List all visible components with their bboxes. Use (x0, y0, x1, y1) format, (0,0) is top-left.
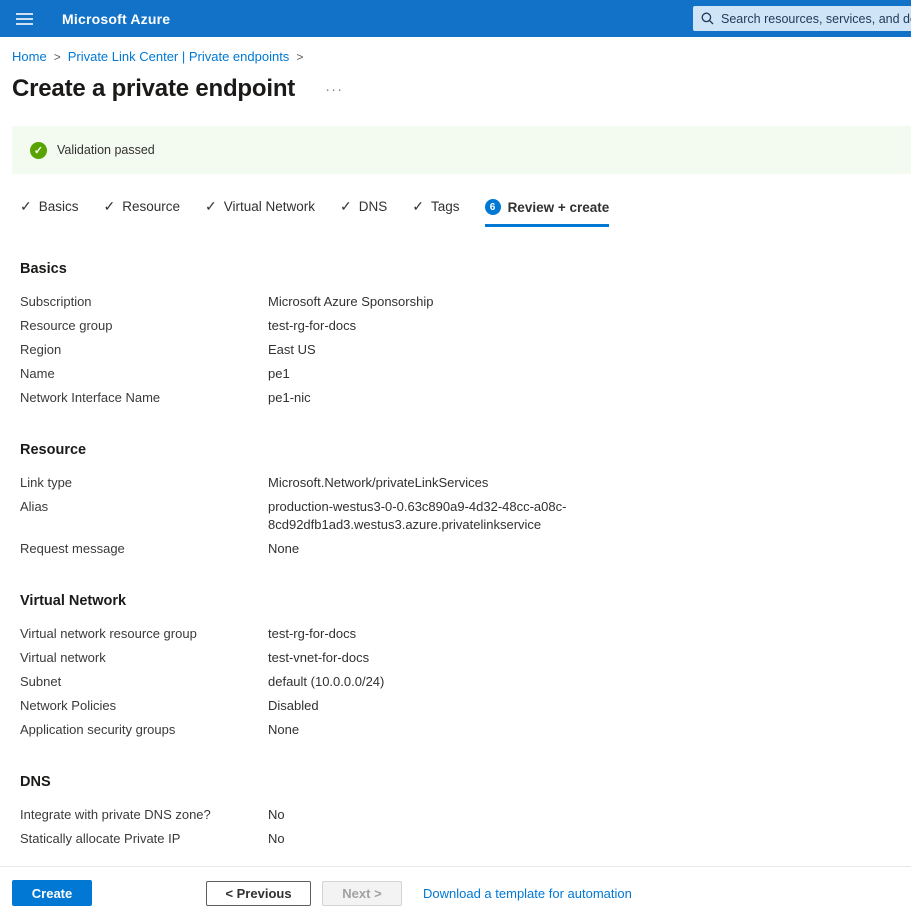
review-row: Statically allocate Private IP No (20, 827, 911, 851)
row-value: Microsoft.Network/privateLinkServices (268, 474, 488, 492)
review-row: Link type Microsoft.Network/privateLinkS… (20, 471, 911, 495)
check-icon: ✓ (205, 198, 217, 215)
review-row: Network Policies Disabled (20, 694, 911, 718)
breadcrumb-private-link-center-link[interactable]: Private Link Center | Private endpoints (68, 49, 290, 64)
row-label: Virtual network resource group (20, 625, 268, 643)
row-value: No (268, 806, 285, 824)
validation-message: Validation passed (57, 143, 155, 157)
section-basics: Basics Subscription Microsoft Azure Spon… (20, 261, 911, 410)
row-label: Network Interface Name (20, 389, 268, 407)
review-row: Request message None (20, 537, 911, 561)
row-label: Integrate with private DNS zone? (20, 806, 268, 824)
tab-review-create[interactable]: 6 Review + create (485, 199, 610, 227)
row-label: Network Policies (20, 697, 268, 715)
chevron-right-icon: > (296, 50, 303, 64)
more-options-icon[interactable]: ··· (325, 81, 343, 98)
tab-resource[interactable]: ✓ Resource (104, 198, 181, 227)
tab-label: Tags (431, 199, 460, 214)
azure-logo-title[interactable]: Microsoft Azure (62, 11, 170, 27)
row-label: Link type (20, 474, 268, 492)
section-title: Virtual Network (20, 593, 911, 609)
row-label: Subnet (20, 673, 268, 691)
check-icon: ✓ (412, 198, 424, 215)
breadcrumb-home-link[interactable]: Home (12, 49, 47, 64)
review-content: Basics Subscription Microsoft Azure Spon… (20, 261, 911, 851)
tab-dns[interactable]: ✓ DNS (340, 198, 387, 227)
check-icon: ✓ (20, 198, 32, 215)
review-row: Application security groups None (20, 718, 911, 742)
row-value: production-westus3-0-0.63c890a9-4d32-48c… (268, 498, 576, 534)
review-row: Name pe1 (20, 362, 911, 386)
create-button[interactable]: Create (12, 880, 92, 906)
review-row: Network Interface Name pe1-nic (20, 386, 911, 410)
top-bar: Microsoft Azure (0, 0, 911, 37)
section-virtual-network: Virtual Network Virtual network resource… (20, 593, 911, 742)
tab-label: DNS (359, 199, 388, 214)
review-row: Integrate with private DNS zone? No (20, 803, 911, 827)
breadcrumb: Home > Private Link Center | Private end… (12, 49, 911, 64)
section-title: Basics (20, 261, 911, 277)
row-value: pe1-nic (268, 389, 311, 407)
step-number-badge: 6 (485, 199, 501, 215)
row-value: test-rg-for-docs (268, 625, 356, 643)
row-label: Subscription (20, 293, 268, 311)
row-value: default (10.0.0.0/24) (268, 673, 384, 691)
row-value: None (268, 540, 299, 558)
row-label: Region (20, 341, 268, 359)
section-title: Resource (20, 442, 911, 458)
review-row: Virtual network test-vnet-for-docs (20, 646, 911, 670)
tab-label: Review + create (508, 200, 610, 215)
validation-banner: ✓ Validation passed (12, 126, 911, 174)
check-icon: ✓ (340, 198, 352, 215)
previous-button[interactable]: < Previous (206, 881, 311, 906)
tab-virtual-network[interactable]: ✓ Virtual Network (205, 198, 315, 227)
row-label: Application security groups (20, 721, 268, 739)
search-input[interactable] (721, 12, 911, 26)
row-value: Disabled (268, 697, 319, 715)
next-button-disabled: Next > (322, 881, 402, 906)
row-value: None (268, 721, 299, 739)
review-row: Subnet default (10.0.0.0/24) (20, 670, 911, 694)
tab-label: Virtual Network (224, 199, 315, 214)
global-search-box[interactable] (693, 6, 911, 31)
tab-label: Resource (122, 199, 180, 214)
section-dns: DNS Integrate with private DNS zone? No … (20, 774, 911, 851)
row-value: East US (268, 341, 316, 359)
check-icon: ✓ (104, 198, 116, 215)
review-row: Alias production-westus3-0-0.63c890a9-4d… (20, 495, 911, 537)
tab-label: Basics (39, 199, 79, 214)
wizard-tabs: ✓ Basics ✓ Resource ✓ Virtual Network ✓ … (20, 198, 911, 227)
row-label: Alias (20, 498, 268, 516)
page-title: Create a private endpoint (12, 75, 295, 103)
row-label: Resource group (20, 317, 268, 335)
page-title-row: Create a private endpoint ··· (12, 75, 911, 103)
search-icon (701, 12, 714, 25)
success-check-icon: ✓ (30, 142, 47, 159)
review-row: Subscription Microsoft Azure Sponsorship (20, 290, 911, 314)
row-value: test-rg-for-docs (268, 317, 356, 335)
row-value: test-vnet-for-docs (268, 649, 369, 667)
review-row: Resource group test-rg-for-docs (20, 314, 911, 338)
tab-basics[interactable]: ✓ Basics (20, 198, 79, 227)
chevron-right-icon: > (54, 50, 61, 64)
review-row: Virtual network resource group test-rg-f… (20, 622, 911, 646)
row-label: Virtual network (20, 649, 268, 667)
row-label: Name (20, 365, 268, 383)
section-resource: Resource Link type Microsoft.Network/pri… (20, 442, 911, 561)
hamburger-menu-icon[interactable] (0, 0, 48, 37)
section-title: DNS (20, 774, 911, 790)
download-template-link[interactable]: Download a template for automation (423, 886, 632, 901)
footer-action-bar: Create < Previous Next > Download a temp… (0, 866, 911, 919)
row-value: No (268, 830, 285, 848)
row-value: Microsoft Azure Sponsorship (268, 293, 433, 311)
row-label: Request message (20, 540, 268, 558)
tab-tags[interactable]: ✓ Tags (412, 198, 459, 227)
row-label: Statically allocate Private IP (20, 830, 268, 848)
row-value: pe1 (268, 365, 290, 383)
review-row: Region East US (20, 338, 911, 362)
